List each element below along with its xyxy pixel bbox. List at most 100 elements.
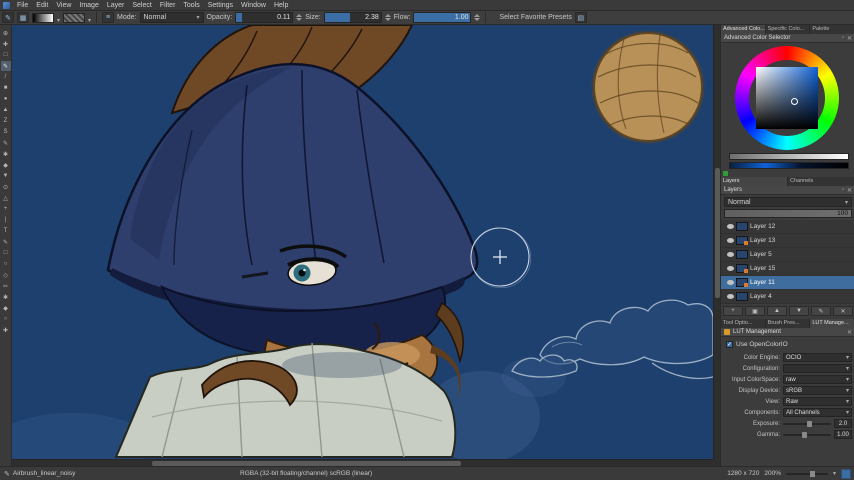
menu-select[interactable]: Select <box>128 0 155 11</box>
menu-tools[interactable]: Tools <box>179 0 203 11</box>
chevron-down-icon[interactable] <box>833 470 836 477</box>
calligraphy-tool-icon[interactable]: ✎ <box>1 237 11 247</box>
visibility-icon[interactable] <box>727 252 734 257</box>
pan-tool-icon[interactable]: ✚ <box>1 325 11 335</box>
tab-specific-colo[interactable]: Specific Colo... <box>765 25 811 34</box>
flow-slider[interactable]: 1.00 <box>413 12 472 23</box>
lut-slider-value[interactable]: 2.0 <box>834 419 852 428</box>
tab-brush-pres[interactable]: Brush Pres... <box>765 319 811 328</box>
tab-advanced-colo[interactable]: Advanced Colo... <box>721 25 766 34</box>
layer-properties-button[interactable]: ✎ <box>811 306 831 316</box>
lut-slider-handle[interactable] <box>802 431 808 438</box>
tab-tool-optio[interactable]: Tool Optio... <box>721 319 766 328</box>
layer-row[interactable]: Layer 15 <box>721 262 854 276</box>
gradient-chooser[interactable] <box>32 12 54 23</box>
measure-tool-icon[interactable]: | <box>1 215 11 225</box>
transform-tool-icon[interactable]: ⊕ <box>1 28 11 38</box>
use-ocio-checkbox[interactable] <box>726 341 733 348</box>
value-shade-bar[interactable] <box>729 153 849 160</box>
menu-edit[interactable]: Edit <box>32 0 52 11</box>
similar-select-tool-icon[interactable]: ✱ <box>1 292 11 302</box>
move-layer-up-button[interactable]: ▲ <box>767 306 787 316</box>
tab-layers[interactable]: Layers <box>721 177 788 186</box>
crop-tool-icon[interactable]: □ <box>1 50 11 60</box>
close-icon[interactable]: ✕ <box>847 329 852 336</box>
layer-blend-mode-dropdown[interactable]: Normal <box>724 197 852 207</box>
duplicate-layer-button[interactable]: ▣ <box>745 306 765 316</box>
line-tool-icon[interactable]: / <box>1 72 11 82</box>
visibility-icon[interactable] <box>727 294 734 299</box>
close-icon[interactable]: ✕ <box>847 187 852 194</box>
tab-channels[interactable]: Channels <box>788 177 854 186</box>
layer-opacity-slider[interactable]: 100 <box>724 209 852 218</box>
preset-chooser-icon[interactable]: ▦ <box>17 12 29 23</box>
close-icon[interactable]: ✕ <box>847 35 852 42</box>
lut-dropdown-color-engine[interactable]: OCIO <box>783 353 852 362</box>
float-docker-icon[interactable]: ▫ <box>842 35 844 41</box>
outline-select-tool-icon[interactable]: ✂ <box>1 281 11 291</box>
freehand-brush-tool-icon[interactable]: ✎ <box>0 61 11 71</box>
zoom-slider-handle[interactable] <box>810 470 816 477</box>
lut-slider[interactable] <box>783 420 831 427</box>
bezier-curve-tool-icon[interactable]: S <box>1 127 11 137</box>
menu-settings[interactable]: Settings <box>204 0 237 11</box>
zoom-percentage[interactable]: 200% <box>764 470 781 477</box>
favorite-presets-button[interactable]: Select Favorite Presets <box>499 14 571 21</box>
rectangle-tool-icon[interactable]: ■ <box>1 83 11 93</box>
last-color-swatch[interactable] <box>723 171 728 176</box>
workspace-chooser-icon[interactable]: ▤ <box>574 12 587 23</box>
lut-dropdown-display-device[interactable]: sRGB <box>783 386 852 395</box>
pattern-chooser[interactable] <box>63 12 86 23</box>
layer-row[interactable]: Layer 4 <box>721 290 854 304</box>
delete-layer-button[interactable]: ✕ <box>833 306 853 316</box>
move-layer-down-button[interactable]: ▼ <box>789 306 809 316</box>
visibility-icon[interactable] <box>727 266 734 271</box>
edit-brush-settings-icon[interactable]: ≡ <box>102 12 115 23</box>
chevron-down-icon[interactable] <box>88 9 91 27</box>
visibility-icon[interactable] <box>727 280 734 285</box>
contiguous-select-tool-icon[interactable]: ◆ <box>1 303 11 313</box>
multibrush-tool-icon[interactable]: ✱ <box>1 149 11 159</box>
lut-dropdown-components[interactable]: All Channels <box>783 408 852 417</box>
canvas-only-mode-button[interactable] <box>841 468 851 479</box>
saturation-value-square[interactable] <box>756 67 818 129</box>
assistants-tool-icon[interactable]: + <box>1 204 11 214</box>
visibility-icon[interactable] <box>727 224 734 229</box>
ellipse-tool-icon[interactable]: ● <box>1 94 11 104</box>
fill-tool-icon[interactable]: ◆ <box>1 160 11 170</box>
size-slider[interactable]: 2.38 <box>323 12 382 23</box>
move-tool-icon[interactable]: ✚ <box>1 39 11 49</box>
gradient-tool-icon[interactable]: ▼ <box>1 171 11 181</box>
layer-row[interactable]: Layer 11 <box>721 276 854 290</box>
flow-spinner[interactable] <box>474 14 481 21</box>
polygon-tool-icon[interactable]: ▲ <box>1 105 11 115</box>
layer-row[interactable]: Layer 13 <box>721 234 854 248</box>
menu-file[interactable]: File <box>13 0 32 11</box>
chevron-down-icon[interactable] <box>57 9 60 27</box>
color-history-bar[interactable] <box>729 162 849 169</box>
menu-layer[interactable]: Layer <box>103 0 129 11</box>
polygonal-select-tool-icon[interactable]: ◇ <box>1 270 11 280</box>
lut-dropdown-configuration[interactable] <box>783 364 852 373</box>
polyline-tool-icon[interactable]: Z <box>1 116 11 126</box>
dynamic-brush-tool-icon[interactable]: ✎ <box>1 138 11 148</box>
float-docker-icon[interactable]: ▫ <box>842 187 844 193</box>
horizontal-scrollbar[interactable] <box>12 459 713 466</box>
opacity-slider[interactable]: 0.11 <box>235 12 294 23</box>
lut-slider-value[interactable]: 1.00 <box>834 430 852 439</box>
tab-palette[interactable]: Palette <box>810 25 854 34</box>
advanced-color-selector[interactable] <box>735 46 839 150</box>
menu-view[interactable]: View <box>52 0 75 11</box>
lut-dropdown-input-colorspace[interactable]: raw <box>783 375 852 384</box>
color-sampler-tool-icon[interactable]: ⊙ <box>1 182 11 192</box>
text-tool-icon[interactable]: T <box>1 226 11 236</box>
blending-mode-dropdown[interactable]: Normal <box>139 12 204 23</box>
vertical-scrollbar[interactable] <box>713 25 720 459</box>
canvas-painting[interactable] <box>12 25 713 459</box>
layer-row[interactable]: Layer 12 <box>721 220 854 234</box>
menu-help[interactable]: Help <box>270 0 292 11</box>
zoom-slider[interactable] <box>785 470 828 477</box>
lut-slider-handle[interactable] <box>807 420 812 427</box>
pattern-edit-tool-icon[interactable]: △ <box>1 193 11 203</box>
visibility-icon[interactable] <box>727 238 734 243</box>
